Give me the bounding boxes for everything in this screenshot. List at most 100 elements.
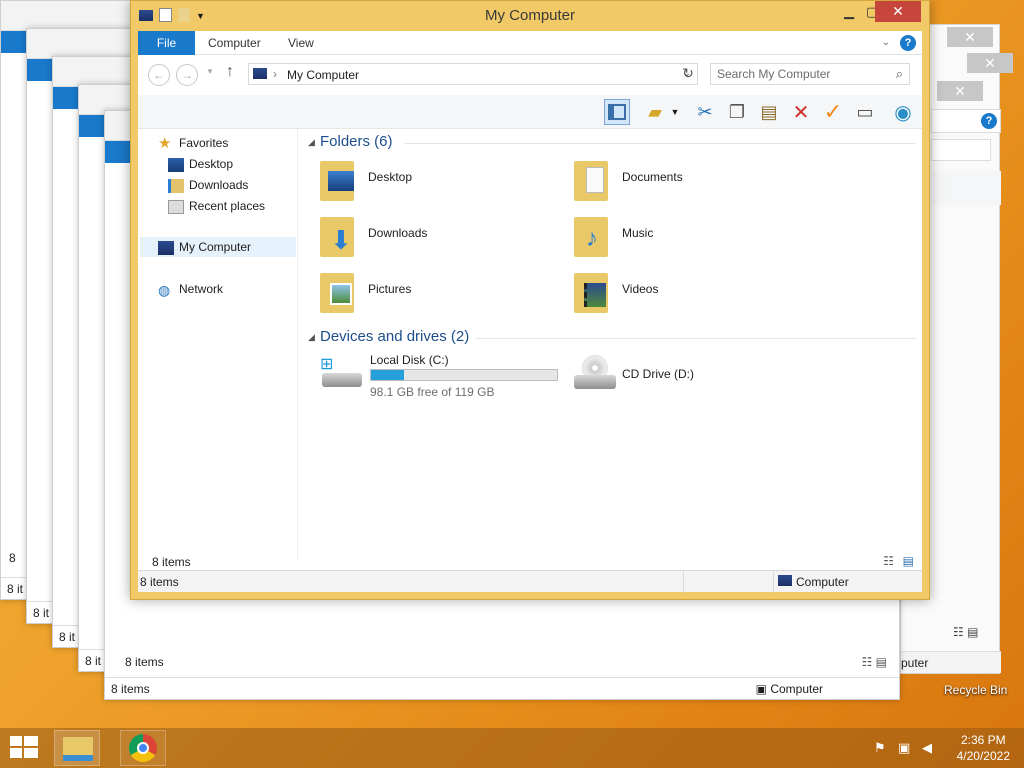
- start-button[interactable]: [10, 736, 38, 760]
- folder-music[interactable]: ♪ Music: [572, 213, 812, 263]
- tab-file[interactable]: File: [138, 31, 195, 55]
- expand-ribbon-icon[interactable]: ⌄: [882, 37, 890, 48]
- nav-label: Recent places: [189, 199, 266, 213]
- collapse-icon[interactable]: ◢: [308, 332, 315, 343]
- folder-videos[interactable]: Videos: [572, 269, 812, 319]
- shell-icon[interactable]: ◉: [890, 99, 916, 125]
- bg-help-icon: ?: [981, 113, 997, 129]
- computer-icon: [158, 240, 174, 255]
- help-icon[interactable]: ?: [900, 35, 916, 51]
- cut-icon[interactable]: ✂: [692, 99, 718, 125]
- hard-drive-icon: ⊞: [318, 355, 364, 391]
- network-icon: ◍: [158, 281, 171, 298]
- folders-group-header[interactable]: Folders (6): [320, 133, 393, 150]
- folder-label: Documents: [622, 170, 683, 184]
- bg-footer: 8 items ▣ Computer: [105, 677, 899, 699]
- recent-locations-icon[interactable]: ▼: [206, 67, 214, 76]
- large-icons-view-icon[interactable]: ▤: [903, 554, 914, 568]
- content-status: 8 items ☷ ▤: [138, 552, 922, 572]
- tab-view[interactable]: View: [275, 31, 327, 55]
- flag-icon[interactable]: ⚑: [874, 740, 886, 756]
- status-bar: 8 items Computer: [138, 570, 922, 593]
- bg-toolbar: [931, 171, 1001, 205]
- bg-items-text: 8 it: [85, 654, 102, 668]
- bg-view-icons: ☷ ▤: [953, 625, 979, 639]
- taskbar-chrome[interactable]: [120, 730, 166, 766]
- drive-local-disk-c[interactable]: ⊞ Local Disk (C:) 98.1 GB free of 119 GB: [318, 351, 568, 401]
- computer-icon: [253, 68, 267, 79]
- my-computer-window[interactable]: ▼ My Computer ▁ ▢ ✕ File Computer View ⌄…: [130, 0, 930, 600]
- content-pane: ◢ Folders (6) Desktop Documents ⬇ Downlo…: [304, 129, 922, 560]
- rename-icon[interactable]: ▭: [852, 99, 878, 125]
- nav-recent-places[interactable]: Recent places: [168, 196, 265, 216]
- recycle-bin-label[interactable]: Recycle Bin: [944, 683, 1007, 697]
- paste-icon[interactable]: ▤: [756, 99, 782, 125]
- divider: [683, 571, 684, 593]
- details-view-icon[interactable]: ☷: [883, 554, 894, 568]
- bg-location-text: puter: [901, 656, 929, 670]
- search-icon[interactable]: ⌕: [896, 66, 903, 82]
- downloads-folder-icon: ⬇: [318, 213, 356, 259]
- nav-downloads[interactable]: Downloads: [168, 175, 248, 195]
- window-title: My Computer: [484, 7, 576, 24]
- documents-folder-icon: [572, 157, 610, 203]
- collapse-icon[interactable]: ◢: [308, 137, 315, 148]
- tab-computer[interactable]: Computer: [195, 31, 274, 55]
- chrome-center: [137, 742, 149, 754]
- minimize-button[interactable]: ▁: [835, 1, 863, 22]
- delete-icon[interactable]: ✕: [788, 99, 814, 125]
- volume-muted-icon[interactable]: ◀: [922, 740, 932, 756]
- bg-close-button[interactable]: ✕: [947, 27, 993, 47]
- up-button[interactable]: ↑: [226, 63, 234, 81]
- folder-icon: [63, 737, 93, 761]
- folder-label: Pictures: [368, 282, 412, 296]
- drive-usage-bar: [370, 369, 558, 381]
- computer-icon: [778, 575, 792, 586]
- search-input[interactable]: Search My Computer ⌕: [710, 63, 910, 85]
- chevron-down-icon[interactable]: ▼: [668, 99, 682, 125]
- taskbar-file-explorer[interactable]: [54, 730, 100, 766]
- desktop-folder-icon: [318, 157, 356, 203]
- checkmark-icon[interactable]: ✓: [820, 99, 846, 125]
- forward-button[interactable]: →: [176, 64, 198, 86]
- nav-network[interactable]: ◍ Network: [158, 279, 223, 299]
- desktop-icon: [168, 157, 184, 172]
- close-button[interactable]: ✕: [875, 1, 921, 22]
- address-bar[interactable]: › My Computer ⌄: [248, 63, 698, 85]
- videos-folder-icon: [572, 269, 610, 315]
- nav-favorites[interactable]: ★ Favorites: [158, 133, 228, 153]
- network-tray-icon[interactable]: ▣: [898, 740, 910, 756]
- status-location: Computer: [796, 575, 849, 589]
- breadcrumb-my-computer[interactable]: My Computer: [287, 68, 359, 82]
- divider: [476, 338, 916, 339]
- back-button[interactable]: ←: [148, 64, 170, 86]
- title-bar[interactable]: ▼ My Computer ▁ ▢ ✕: [131, 1, 929, 31]
- folder-label: Downloads: [368, 226, 428, 240]
- bg-items-text: 8 it: [33, 606, 50, 620]
- nav-my-computer[interactable]: My Computer: [140, 237, 296, 257]
- folder-downloads[interactable]: ⬇ Downloads: [318, 213, 558, 263]
- clock[interactable]: 2:36 PM 4/20/2022: [957, 732, 1010, 764]
- item-count: 8 items: [152, 555, 191, 569]
- bg-close-button[interactable]: ✕: [937, 81, 983, 101]
- folder-desktop[interactable]: Desktop: [318, 157, 558, 207]
- bg-close-button[interactable]: ✕: [967, 53, 1013, 73]
- nav-desktop[interactable]: Desktop: [168, 154, 233, 174]
- drives-group-header[interactable]: Devices and drives (2): [320, 328, 469, 345]
- divider: [773, 571, 774, 593]
- copy-icon[interactable]: ❐: [724, 99, 750, 125]
- refresh-button[interactable]: ↻: [678, 65, 698, 85]
- taskbar: ⚑ ▣ ◀ 2:36 PM 4/20/2022: [0, 728, 1024, 768]
- preview-pane-icon[interactable]: [604, 99, 630, 125]
- drive-cd-d[interactable]: CD Drive (D:): [572, 351, 812, 401]
- folder-documents[interactable]: Documents: [572, 157, 812, 207]
- folder-label: Desktop: [368, 170, 413, 184]
- folder-pictures[interactable]: Pictures: [318, 269, 558, 319]
- downloads-icon: [168, 178, 184, 193]
- clock-date: 4/20/2022: [956, 749, 1010, 763]
- bg-location: ▣ Computer: [755, 682, 823, 696]
- bg-items-text: 8 it: [59, 630, 76, 644]
- bg-status-text: 8: [9, 551, 16, 565]
- properties-folder-icon[interactable]: ▰: [642, 99, 668, 125]
- bg-search: [931, 139, 991, 161]
